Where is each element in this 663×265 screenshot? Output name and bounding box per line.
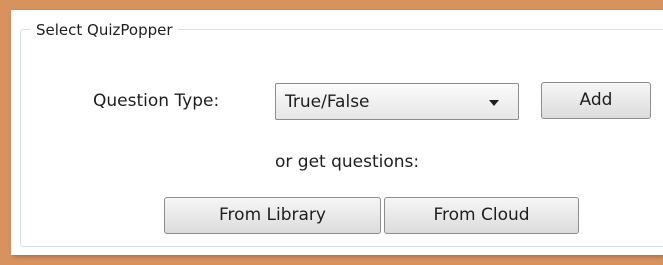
- question-type-selected-value: True/False: [285, 92, 370, 112]
- from-cloud-button[interactable]: From Cloud: [384, 197, 579, 234]
- question-type-select[interactable]: True/False: [275, 83, 519, 120]
- group-title: Select QuizPopper: [30, 20, 178, 40]
- chevron-down-icon: [489, 100, 499, 106]
- quizpopper-panel: Select QuizPopper Question Type: True/Fa…: [11, 10, 663, 255]
- question-type-label: Question Type:: [93, 91, 220, 111]
- from-library-button[interactable]: From Library: [164, 197, 381, 234]
- add-button[interactable]: Add: [541, 82, 651, 119]
- or-get-questions-label: or get questions:: [275, 152, 420, 172]
- window-frame: Select QuizPopper Question Type: True/Fa…: [0, 0, 663, 265]
